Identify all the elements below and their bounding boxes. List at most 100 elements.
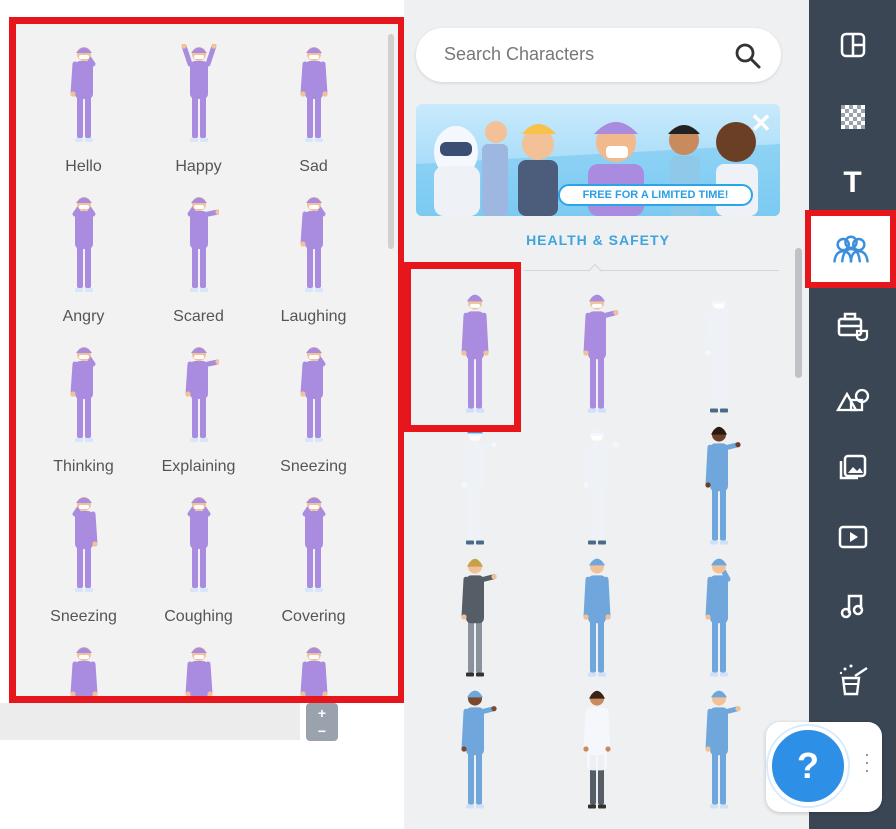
character-item[interactable] (536, 290, 658, 422)
zoom-stepper[interactable]: + − (306, 703, 338, 741)
pose-panel-scrollbar[interactable] (388, 34, 394, 249)
banner-close-icon[interactable]: ✕ (748, 110, 774, 136)
character-man-casual-icon (461, 558, 497, 677)
section-caret-icon (587, 263, 603, 279)
text-icon: T (843, 166, 862, 199)
character-doctor-blue-scrubs-icon (583, 558, 611, 677)
character-grid (414, 290, 784, 818)
pose-grid: Hello Happy Sad Angry Scared Laughing Thinking… (26, 44, 386, 696)
character-doctor-dark-skin-icon (461, 690, 497, 809)
library-scrollbar[interactable] (795, 248, 802, 378)
health-safety-banner[interactable]: ✕ FREE FOR A LIMITED TIME! (416, 104, 780, 216)
character-purple-scrubs-wave-icon (583, 294, 619, 413)
pose-label: Sad (299, 158, 328, 175)
character-item[interactable] (414, 422, 536, 554)
pose-figure-icon (180, 44, 217, 142)
pose-label: Scared (173, 308, 224, 325)
character-item[interactable] (536, 422, 658, 554)
tool-characters[interactable] (805, 210, 896, 288)
pose-item[interactable]: Hello (26, 44, 141, 194)
character-nurse-blue-scrubs-3-icon (705, 690, 741, 809)
pose-figure-icon (69, 347, 95, 442)
character-item[interactable] (658, 686, 780, 818)
pose-item[interactable]: Scared (141, 194, 256, 344)
pose-label: Coughing (164, 608, 233, 625)
tool-effects[interactable] (809, 655, 896, 705)
character-item[interactable] (536, 686, 658, 818)
character-item[interactable] (414, 686, 536, 818)
pose-figure-icon (299, 47, 328, 142)
pose-label: Thinking (53, 458, 114, 475)
pose-item[interactable]: Sneezing (26, 494, 141, 644)
pose-figure-icon (187, 197, 219, 292)
tool-background[interactable] (809, 92, 896, 142)
pose-item[interactable]: Angry (26, 194, 141, 344)
character-nurse-blue-scrubs-icon (705, 426, 741, 545)
tool-video[interactable] (809, 512, 896, 562)
characters-icon (832, 235, 869, 263)
tool-props[interactable] (809, 300, 896, 350)
pose-figure-icon (69, 647, 98, 696)
images-icon (839, 454, 866, 480)
layout-icon (840, 32, 865, 58)
banner-tag: FREE FOR A LIMITED TIME! (558, 184, 753, 206)
pose-label: Sneezing (50, 608, 117, 625)
zoom-in-button[interactable]: + (318, 705, 326, 721)
pose-item[interactable]: Thinking (26, 344, 141, 494)
character-item[interactable] (414, 290, 536, 422)
pose-label: Laughing (280, 308, 347, 325)
character-item[interactable] (658, 554, 780, 686)
pose-item[interactable]: Laughing (256, 194, 371, 344)
pose-figure-icon (187, 497, 210, 592)
tool-sidebar: T (805, 0, 896, 829)
video-icon (838, 525, 867, 549)
character-hazmat-suit-blue-mask-icon (461, 426, 497, 545)
pose-label: Sneezing (280, 458, 347, 475)
character-hazmat-suit-icon (705, 294, 731, 413)
pose-figure-icon (72, 497, 98, 592)
section-title[interactable]: HEALTH & SAFETY (416, 232, 780, 248)
pose-item[interactable] (26, 644, 141, 696)
pose-panel: Hello Happy Sad Angry Scared Laughing Thinking… (9, 17, 405, 703)
pose-figure-icon (72, 197, 95, 292)
character-woman-lab-coat-icon (583, 690, 611, 809)
character-purple-scrubs-icon (461, 294, 489, 413)
effects-icon (839, 664, 868, 696)
timeline-strip (0, 703, 300, 740)
character-item[interactable] (414, 554, 536, 686)
pose-figure-icon (184, 347, 219, 442)
pose-item[interactable]: Happy (141, 44, 256, 194)
zoom-out-button[interactable]: − (318, 723, 326, 739)
pose-figure-icon (69, 47, 95, 142)
character-hazmat-suit-wave-icon (583, 426, 619, 545)
pose-item[interactable] (141, 644, 256, 696)
tool-images[interactable] (809, 441, 896, 491)
pose-item[interactable]: Explaining (141, 344, 256, 494)
more-options-icon[interactable]: · · · (862, 745, 872, 779)
search-input[interactable]: Search Characters (444, 44, 594, 65)
help-button[interactable]: ? (768, 726, 848, 806)
character-library: Search Characters ✕ FREE FOR A LIMITED T… (404, 0, 809, 829)
pose-item[interactable]: Covering (256, 494, 371, 644)
pose-label: Hello (65, 158, 102, 175)
tool-layout[interactable] (809, 20, 896, 70)
props-icon (837, 312, 868, 342)
search-bar[interactable]: Search Characters (416, 28, 781, 82)
tool-text[interactable]: T (809, 158, 896, 208)
music-icon (840, 594, 863, 619)
background-icon (840, 105, 865, 129)
character-nurse-blue-scrubs-2-icon (705, 558, 731, 677)
pose-label: Explaining (161, 458, 236, 475)
pose-item[interactable]: Sad (256, 44, 371, 194)
pose-label: Covering (281, 608, 346, 625)
character-item[interactable] (658, 290, 780, 422)
character-item[interactable] (658, 422, 780, 554)
character-item[interactable] (536, 554, 658, 686)
tool-music[interactable] (809, 580, 896, 630)
pose-item[interactable]: Coughing (141, 494, 256, 644)
section-divider (524, 270, 779, 271)
search-icon[interactable] (733, 41, 763, 71)
pose-item[interactable]: Sneezing (256, 344, 371, 494)
tool-shapes[interactable] (809, 375, 896, 425)
pose-item[interactable] (256, 644, 371, 696)
